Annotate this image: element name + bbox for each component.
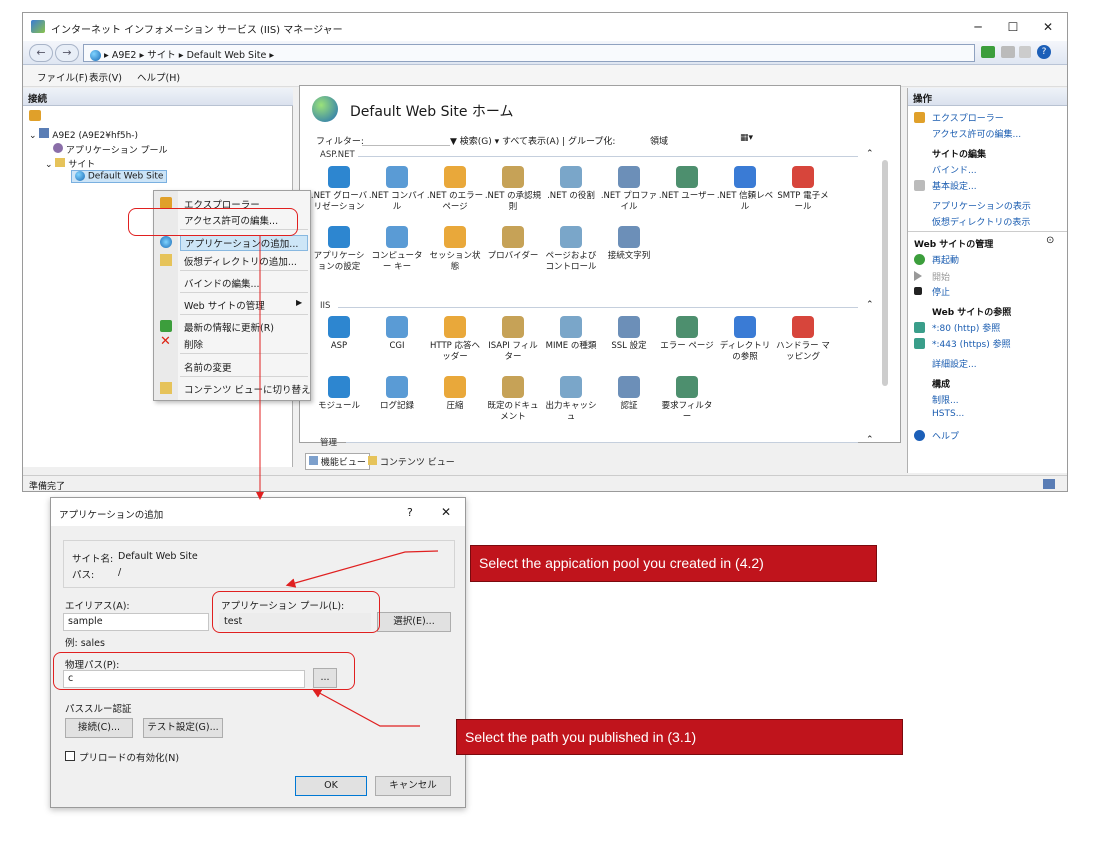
arrow-pool — [285, 550, 439, 588]
arrow-path — [311, 688, 420, 727]
annotation-arrows — [256, 236, 439, 727]
